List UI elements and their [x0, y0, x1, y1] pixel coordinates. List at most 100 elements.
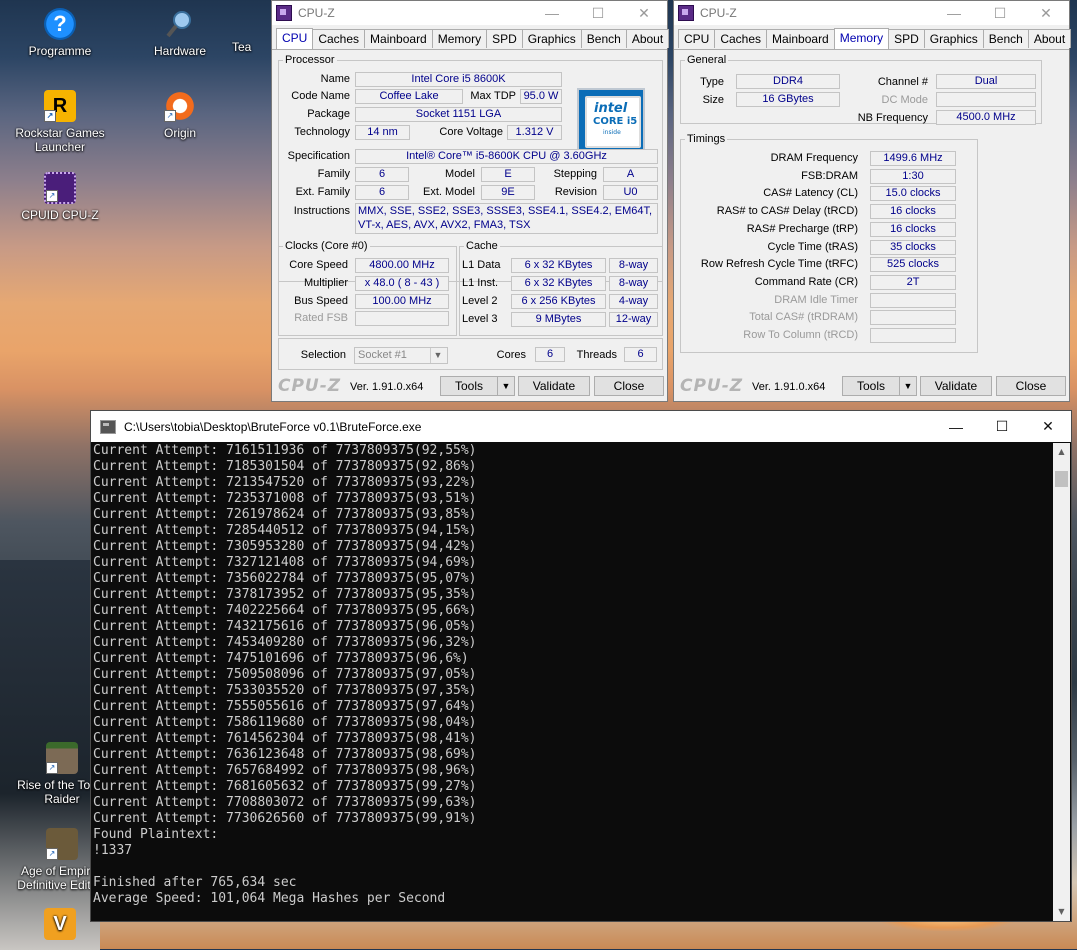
console-line: Current Attempt: 7235371008 of 773780937… — [93, 491, 477, 506]
cpuz-memory-window[interactable]: CPU-Z — ☐ ✕ CPU Caches Mainboard Memory … — [673, 0, 1072, 402]
maximize-button[interactable]: ☐ — [977, 5, 1023, 22]
extmodel-label: Ext. Model — [423, 186, 475, 198]
console-line: Current Attempt: 7708803072 of 773780937… — [93, 795, 477, 810]
tab-bench[interactable]: Bench — [580, 29, 627, 48]
maximize-button[interactable]: ☐ — [575, 5, 621, 22]
scrollbar[interactable]: ▲ ▼ — [1053, 443, 1070, 921]
tools-dropdown-button[interactable]: ▼ — [497, 376, 515, 396]
selection-label: Selection — [300, 349, 346, 361]
desktop-icon-rockstar[interactable]: R ↗ Rockstar Games Launcher — [15, 90, 105, 154]
console-line: Current Attempt: 7185301504 of 773780937… — [93, 459, 477, 474]
spec-label: Specification — [287, 150, 350, 162]
console-line: Finished after 765,634 sec — [93, 875, 297, 890]
close-button[interactable]: Close — [996, 376, 1066, 396]
console-output[interactable]: Current Attempt: 7161511936 of 773780937… — [93, 443, 1053, 921]
nbfreq-value: 4500.0 MHz — [936, 110, 1036, 125]
stepping-value: A — [603, 167, 658, 182]
family-label: Family — [317, 168, 350, 180]
cpuz-footer: CPU-Z Ver. 1.91.0.x64 Tools ▼ Validate C… — [674, 371, 1069, 401]
close-button[interactable]: ✕ — [1025, 418, 1071, 435]
desktop-icon-cpuid[interactable]: ↗ CPUID CPU-Z — [15, 172, 105, 222]
timing-value: 1499.6 MHz — [870, 151, 956, 166]
validate-button[interactable]: Validate — [518, 376, 590, 396]
cache-row-way: 12-way — [609, 312, 658, 327]
window-titlebar[interactable]: CPU-Z — ☐ ✕ — [272, 1, 667, 25]
console-line: Current Attempt: 7586119680 of 773780937… — [93, 715, 477, 730]
selection-dropdown[interactable]: Socket #1 ▼ — [354, 347, 448, 364]
selection-value: Socket #1 — [358, 349, 407, 361]
console-line: Current Attempt: 7509508096 of 773780937… — [93, 667, 477, 682]
minimize-button[interactable]: — — [931, 5, 977, 21]
timing-label: FSB:DRAM — [801, 169, 858, 182]
maxtdp-value: 95.0 W — [520, 89, 562, 104]
tab-mainboard[interactable]: Mainboard — [766, 29, 835, 48]
size-value: 16 GBytes — [736, 92, 840, 107]
cache-row-way: 8-way — [609, 276, 658, 291]
tab-about[interactable]: About — [625, 29, 670, 48]
rockstar-icon: R ↗ — [44, 90, 76, 122]
tab-caches[interactable]: Caches — [312, 29, 366, 48]
package-label: Package — [307, 108, 350, 120]
tab-graphics[interactable]: Graphics — [923, 29, 984, 48]
close-button[interactable]: Close — [594, 376, 664, 396]
scroll-up-icon[interactable]: ▲ — [1053, 445, 1070, 459]
tab-bench[interactable]: Bench — [982, 29, 1029, 48]
logo-sub: inside — [603, 129, 621, 136]
tab-spd[interactable]: SPD — [888, 29, 925, 48]
tab-spd[interactable]: SPD — [486, 29, 523, 48]
corespeed-value: 4800.00 MHz — [355, 258, 449, 273]
cpuz-cpu-window[interactable]: CPU-Z — ☐ ✕ CPU Caches Mainboard Memory … — [271, 0, 670, 402]
tab-memory[interactable]: Memory — [833, 28, 890, 49]
tab-memory[interactable]: Memory — [431, 29, 488, 48]
scrollbar-thumb[interactable] — [1055, 471, 1068, 487]
desktop-icon-team[interactable]: Tea — [232, 40, 272, 54]
tools-button[interactable]: Tools — [440, 376, 498, 396]
desktop-icon-hardware[interactable]: Hardware — [135, 8, 225, 58]
multiplier-label: Multiplier — [303, 277, 348, 289]
cache-row-size: 9 MBytes — [511, 312, 606, 327]
window-titlebar[interactable]: CPU-Z — ☐ ✕ — [674, 1, 1069, 25]
cache-row-label: L1 Inst. — [462, 277, 499, 289]
logo-brand: intel — [594, 101, 628, 116]
model-value: E — [481, 167, 535, 182]
tab-cpu[interactable]: CPU — [678, 29, 716, 48]
ratedfsb-value — [355, 311, 449, 326]
console-line: Current Attempt: 7681605632 of 773780937… — [93, 779, 477, 794]
ratedfsb-label: Rated FSB — [294, 312, 348, 324]
tools-button[interactable]: Tools — [842, 376, 900, 396]
name-value: Intel Core i5 8600K — [355, 72, 562, 87]
validate-button[interactable]: Validate — [920, 376, 992, 396]
console-line: Current Attempt: 7636123648 of 773780937… — [93, 747, 477, 762]
minimize-button[interactable]: — — [529, 5, 575, 21]
cache-row-label: Level 2 — [462, 295, 498, 307]
console-line: Current Attempt: 7213547520 of 773780937… — [93, 475, 477, 490]
tab-about[interactable]: About — [1027, 29, 1072, 48]
spec-value: Intel® Core™ i5-8600K CPU @ 3.60GHz — [355, 149, 658, 164]
tab-mainboard[interactable]: Mainboard — [364, 29, 433, 48]
minimize-button[interactable]: — — [933, 419, 979, 435]
tools-dropdown-button[interactable]: ▼ — [899, 376, 917, 396]
console-line: Current Attempt: 7614562304 of 773780937… — [93, 731, 477, 746]
desktop-icon-origin[interactable]: ↗ Origin — [135, 90, 225, 140]
console-line: Current Attempt: 7356022784 of 773780937… — [93, 571, 477, 586]
close-button[interactable]: ✕ — [621, 5, 667, 22]
cores-label: Cores — [496, 349, 526, 361]
stepping-label: Stepping — [553, 168, 597, 180]
timing-value — [870, 292, 956, 308]
desktop-icon-programme[interactable]: ? Programme — [15, 8, 105, 58]
group-legend: Clocks (Core #0) — [285, 240, 368, 252]
tab-caches[interactable]: Caches — [714, 29, 768, 48]
group-legend: Processor — [285, 54, 335, 66]
desktop-icon-label: CPUID CPU-Z — [21, 208, 99, 222]
scroll-down-icon[interactable]: ▼ — [1053, 905, 1070, 919]
desktop-icon-label: Tea — [232, 40, 252, 54]
close-button[interactable]: ✕ — [1023, 5, 1069, 22]
tab-cpu[interactable]: CPU — [276, 28, 314, 49]
tab-graphics[interactable]: Graphics — [521, 29, 582, 48]
window-titlebar[interactable]: C:\Users\tobia\Desktop\BruteForce v0.1\B… — [91, 411, 1071, 442]
window-title: CPU-Z — [700, 6, 737, 20]
console-line: Current Attempt: 7533035520 of 773780937… — [93, 683, 477, 698]
console-window[interactable]: C:\Users\tobia\Desktop\BruteForce v0.1\B… — [90, 410, 1072, 922]
maximize-button[interactable]: ☐ — [979, 418, 1025, 435]
